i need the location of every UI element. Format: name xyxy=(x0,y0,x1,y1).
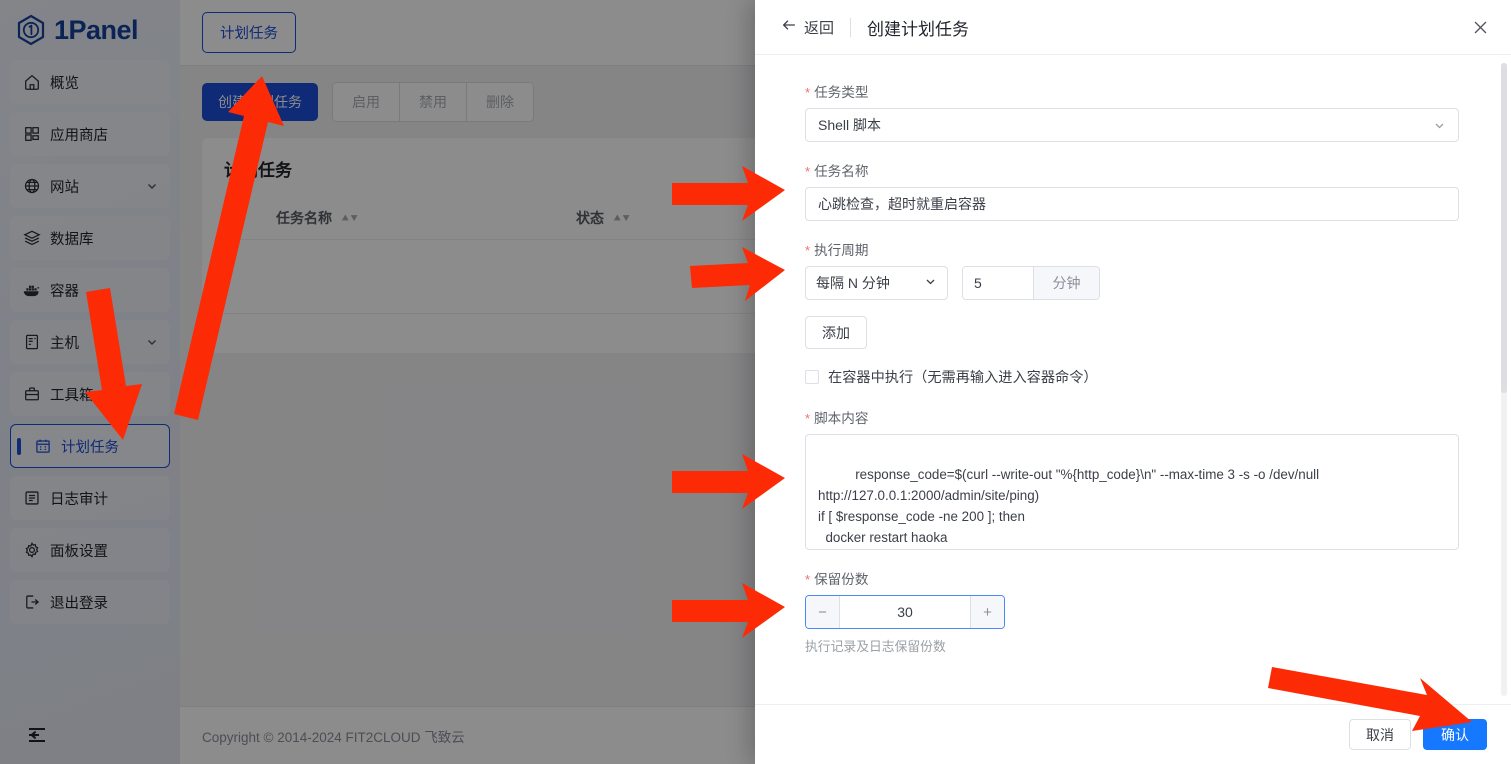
required-asterisk: * xyxy=(805,165,810,178)
retain-count-stepper: − 30 + xyxy=(805,595,1005,629)
script-content: response_code=$(curl --write-out "%{http… xyxy=(818,467,1319,550)
create-task-drawer: 返回 创建计划任务 * 任务类型 Shell 脚本 xyxy=(755,0,1511,764)
back-label: 返回 xyxy=(804,17,834,38)
drawer-footer: 取消 确认 xyxy=(755,704,1511,764)
resize-handle-icon[interactable] xyxy=(1447,538,1456,547)
screen-root: 1Panel 概览 xyxy=(0,0,1511,764)
required-asterisk: * xyxy=(805,244,810,257)
retain-count-hint: 执行记录及日志保留份数 xyxy=(805,636,1459,655)
field-task-name: * 任务名称 心跳检查，超时就重启容器 xyxy=(805,160,1459,221)
label-text: 任务类型 xyxy=(814,81,868,101)
schedule-interval-field: 5 分钟 xyxy=(962,266,1100,300)
drawer-header: 返回 创建计划任务 xyxy=(755,0,1511,55)
field-label: * 任务名称 xyxy=(805,160,1459,180)
add-schedule-button[interactable]: 添加 xyxy=(805,316,867,349)
field-task-type: * 任务类型 Shell 脚本 xyxy=(805,81,1459,142)
field-script: * 脚本内容 response_code=$(curl --write-out … xyxy=(805,407,1459,550)
chevron-down-icon xyxy=(1433,119,1446,132)
label-text: 任务名称 xyxy=(814,160,868,180)
field-run-in-container[interactable]: 在容器中执行（无需再输入进入容器命令） xyxy=(805,367,1459,387)
field-label: * 保留份数 xyxy=(805,568,1459,588)
task-name-value: 心跳检查，超时就重启容器 xyxy=(818,194,986,214)
field-schedule: * 执行周期 每隔 N 分钟 5 分钟 添加 xyxy=(805,239,1459,349)
chevron-down-icon xyxy=(924,275,937,291)
required-asterisk: * xyxy=(805,412,810,425)
confirm-button[interactable]: 确认 xyxy=(1423,719,1487,750)
decrement-button[interactable]: − xyxy=(806,596,840,628)
script-textarea[interactable]: response_code=$(curl --write-out "%{http… xyxy=(805,434,1459,550)
required-asterisk: * xyxy=(805,573,810,586)
schedule-mode-value: 每隔 N 分钟 xyxy=(816,273,890,293)
task-type-select[interactable]: Shell 脚本 xyxy=(805,108,1459,142)
close-icon[interactable] xyxy=(1472,19,1489,36)
back-button[interactable]: 返回 xyxy=(781,17,834,38)
schedule-interval-input[interactable]: 5 xyxy=(963,267,1033,299)
run-in-container-label: 在容器中执行（无需再输入进入容器命令） xyxy=(828,367,1098,387)
increment-button[interactable]: + xyxy=(970,596,1004,628)
schedule-interval-unit: 分钟 xyxy=(1033,267,1099,299)
header-divider xyxy=(850,18,851,37)
field-label: * 脚本内容 xyxy=(805,407,1459,427)
drawer-title: 创建计划任务 xyxy=(867,15,969,40)
required-asterisk: * xyxy=(805,86,810,99)
arrow-left-icon xyxy=(781,17,797,37)
schedule-mode-select[interactable]: 每隔 N 分钟 xyxy=(805,266,948,300)
run-in-container-checkbox[interactable] xyxy=(805,370,819,384)
label-text: 保留份数 xyxy=(814,568,868,588)
retain-count-value[interactable]: 30 xyxy=(840,596,970,628)
drawer-body: * 任务类型 Shell 脚本 * 任务名称 心跳检查，超时就重启容器 xyxy=(755,55,1511,704)
drawer-scrollbar-thumb[interactable] xyxy=(1501,63,1507,393)
task-type-value: Shell 脚本 xyxy=(818,115,881,135)
field-retain-count: * 保留份数 − 30 + 执行记录及日志保留份数 xyxy=(805,568,1459,655)
field-label: * 执行周期 xyxy=(805,239,1459,259)
label-text: 脚本内容 xyxy=(814,407,868,427)
add-schedule-row: 添加 xyxy=(805,316,1459,349)
schedule-row: 每隔 N 分钟 5 分钟 xyxy=(805,266,1459,300)
cancel-button[interactable]: 取消 xyxy=(1349,719,1411,750)
task-name-input[interactable]: 心跳检查，超时就重启容器 xyxy=(805,187,1459,221)
field-label: * 任务类型 xyxy=(805,81,1459,101)
label-text: 执行周期 xyxy=(814,239,868,259)
